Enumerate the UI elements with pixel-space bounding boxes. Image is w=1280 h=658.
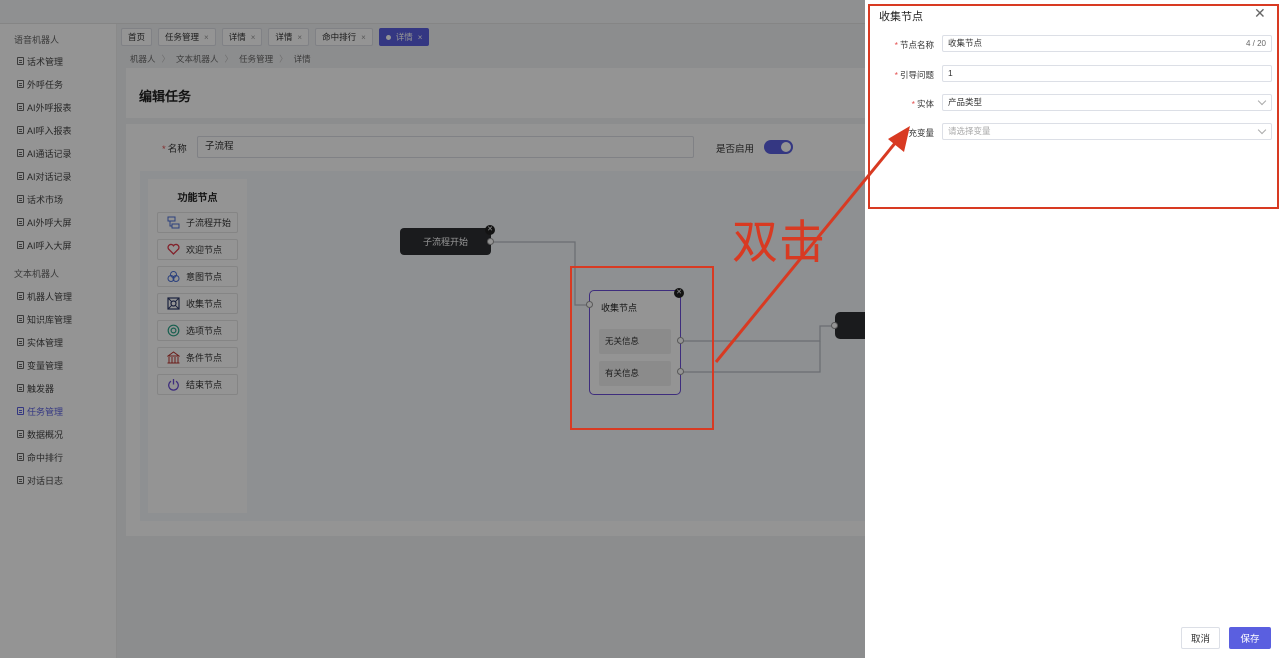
annotation-highlight-drawer bbox=[868, 4, 1279, 209]
cancel-button[interactable]: 取消 bbox=[1181, 627, 1220, 649]
modal-overlay[interactable] bbox=[0, 0, 865, 658]
annotation-text: 双击 bbox=[732, 215, 826, 269]
save-button[interactable]: 保存 bbox=[1229, 627, 1271, 649]
annotation-highlight-node bbox=[570, 266, 714, 430]
